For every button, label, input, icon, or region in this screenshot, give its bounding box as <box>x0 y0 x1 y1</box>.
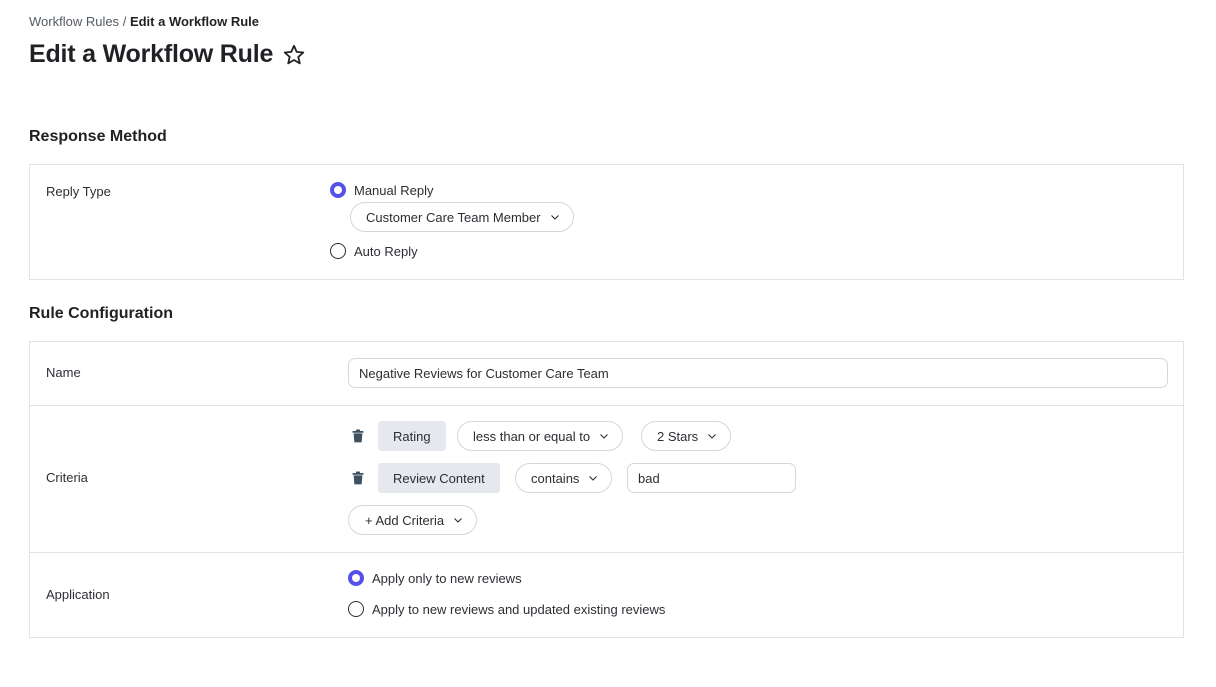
response-method-panel: Reply Type Manual Reply Customer Care Te… <box>29 164 1184 280</box>
auto-reply-radio[interactable]: Auto Reply <box>330 243 418 259</box>
application-row: Application Apply only to new reviews Ap… <box>30 553 1183 637</box>
application-label: Application <box>46 587 110 602</box>
breadcrumb-separator: / <box>122 14 127 29</box>
breadcrumb-current: Edit a Workflow Rule <box>129 14 259 29</box>
auto-reply-label: Auto Reply <box>354 243 418 259</box>
rule-configuration-panel: Name Negative Reviews for Customer Care … <box>29 341 1184 638</box>
reply-type-row: Reply Type Manual Reply Customer Care Te… <box>30 165 1183 279</box>
criterion-field-tag: Review Content <box>378 463 500 493</box>
assignee-select[interactable]: Customer Care Team Member <box>350 202 574 232</box>
assignee-select-value: Customer Care Team Member <box>366 209 541 225</box>
manual-reply-radio[interactable]: Manual Reply <box>330 182 434 198</box>
criterion-value-text: bad <box>638 470 660 486</box>
criterion-operator-value: less than or equal to <box>473 428 591 444</box>
apply-new-only-radio[interactable]: Apply only to new reviews <box>348 570 522 586</box>
criteria-label: Criteria <box>46 470 88 485</box>
apply-new-only-label: Apply only to new reviews <box>372 570 522 586</box>
breadcrumb: Workflow Rules / Edit a Workflow Rule <box>29 14 259 29</box>
radio-checked[interactable] <box>330 182 346 198</box>
chevron-down-icon <box>454 517 463 523</box>
page-title: Edit a Workflow Rule <box>29 40 274 68</box>
apply-new-and-updated-radio[interactable]: Apply to new reviews and updated existin… <box>348 601 665 617</box>
trash-icon[interactable] <box>352 471 364 485</box>
name-label: Name <box>46 365 81 380</box>
chevron-down-icon <box>589 475 598 481</box>
apply-new-and-updated-label: Apply to new reviews and updated existin… <box>372 601 666 617</box>
add-criteria-button[interactable]: + Add Criteria <box>348 505 478 535</box>
criterion-value-select[interactable]: 2 Stars <box>641 421 732 451</box>
chevron-down-icon <box>600 433 608 439</box>
criterion-operator-select[interactable]: less than or equal to <box>457 421 624 451</box>
criterion-field-label: Review Content <box>393 470 485 486</box>
title-row: Edit a Workflow Rule <box>29 40 306 69</box>
radio-unchecked[interactable] <box>348 601 364 617</box>
chevron-down-icon <box>550 214 559 220</box>
radio-unchecked[interactable] <box>330 243 346 259</box>
trash-icon[interactable] <box>352 429 364 443</box>
criterion-operator-select[interactable]: contains <box>515 463 613 493</box>
criterion-field-tag: Rating <box>378 421 446 451</box>
chevron-down-icon <box>708 433 717 439</box>
rule-configuration-heading: Rule Configuration <box>29 305 173 322</box>
radio-checked[interactable] <box>348 570 364 586</box>
response-method-heading: Response Method <box>29 128 167 145</box>
add-criteria-label: + Add Criteria <box>365 512 445 528</box>
rule-name-value: Negative Reviews for Customer Care Team <box>359 365 609 381</box>
manual-reply-label: Manual Reply <box>354 182 434 198</box>
criterion-field-label: Rating <box>393 428 431 444</box>
rule-name-input[interactable]: Negative Reviews for Customer Care Team <box>348 358 1168 388</box>
criteria-row: Criteria Rating less than or equal to 2 … <box>30 406 1183 553</box>
breadcrumb-workflow-rules-link[interactable]: Workflow Rules <box>29 14 119 29</box>
star-outline-icon[interactable] <box>282 43 306 67</box>
reply-type-label: Reply Type <box>46 184 111 199</box>
name-row: Name Negative Reviews for Customer Care … <box>30 342 1183 406</box>
criterion-value-value: 2 Stars <box>657 428 699 444</box>
criterion-value-input[interactable]: bad <box>627 463 796 493</box>
criterion-operator-value: contains <box>531 470 580 486</box>
